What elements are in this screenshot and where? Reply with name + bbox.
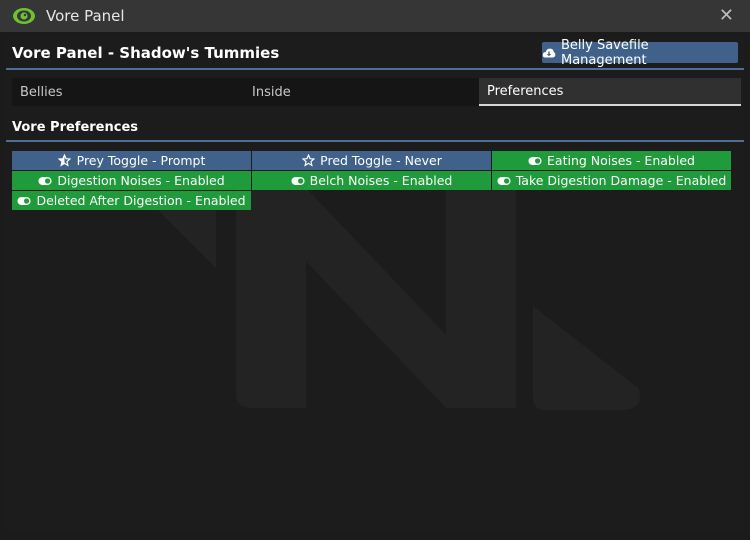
vore-panel-window: Vore Panel ✕ Vore Panel - Shadow's Tummi… [0, 0, 750, 540]
preferences-header: Vore Preferences [6, 118, 744, 142]
pref-label: Belch Noises - Enabled [309, 173, 453, 188]
deleted-after-digestion-toggle[interactable]: Deleted After Digestion - Enabled [12, 191, 251, 210]
tab-bellies[interactable]: Bellies [12, 78, 244, 106]
title-bar[interactable]: Vore Panel ✕ [0, 0, 750, 32]
pref-label: Digestion Noises - Enabled [57, 173, 225, 188]
page-title: Vore Panel - Shadow's Tummies [12, 44, 280, 62]
tab-label: Preferences [487, 83, 564, 99]
savefile-button-label: Belly Savefile Management [561, 38, 649, 68]
tab-preferences[interactable]: Preferences [479, 78, 741, 106]
prey-toggle-button[interactable]: Prey Toggle - Prompt [12, 151, 251, 170]
panel-content: Vore Panel - Shadow's Tummies Belly Save… [6, 38, 744, 534]
belly-savefile-button[interactable]: Belly Savefile Management [542, 38, 738, 68]
digestion-noises-toggle[interactable]: Digestion Noises - Enabled [12, 171, 251, 190]
tab-label: Bellies [20, 84, 63, 100]
eating-noises-toggle[interactable]: Eating Noises - Enabled [492, 151, 731, 170]
section-title: Vore Preferences [12, 120, 139, 135]
eye-icon [12, 5, 36, 27]
pref-label: Eating Noises - Enabled [547, 153, 695, 168]
star-half-icon [58, 154, 72, 168]
toggle-on-icon [497, 174, 511, 188]
pref-label: Pred Toggle - Never [320, 153, 442, 168]
belch-noises-toggle[interactable]: Belch Noises - Enabled [252, 171, 491, 190]
tab-label: Inside [252, 84, 291, 100]
star-outline-icon [301, 154, 315, 168]
pred-toggle-button[interactable]: Pred Toggle - Never [252, 151, 491, 170]
toggle-on-icon [38, 174, 52, 188]
tab-inside[interactable]: Inside [244, 78, 476, 106]
pref-label: Take Digestion Damage - Enabled [515, 173, 727, 188]
window-title: Vore Panel [46, 7, 125, 25]
close-icon[interactable]: ✕ [719, 5, 734, 26]
toggle-on-icon [528, 154, 542, 168]
toggle-on-icon [291, 174, 305, 188]
toggle-on-icon [17, 194, 31, 208]
cloud-download-icon [542, 46, 556, 60]
digestion-damage-toggle[interactable]: Take Digestion Damage - Enabled [492, 171, 731, 190]
panel-header: Vore Panel - Shadow's Tummies Belly Save… [6, 38, 744, 70]
pref-label: Deleted After Digestion - Enabled [36, 193, 246, 208]
tab-bar: Bellies Inside Preferences [12, 78, 741, 106]
pref-label: Prey Toggle - Prompt [76, 153, 206, 168]
logo-watermark-icon [136, 188, 640, 410]
